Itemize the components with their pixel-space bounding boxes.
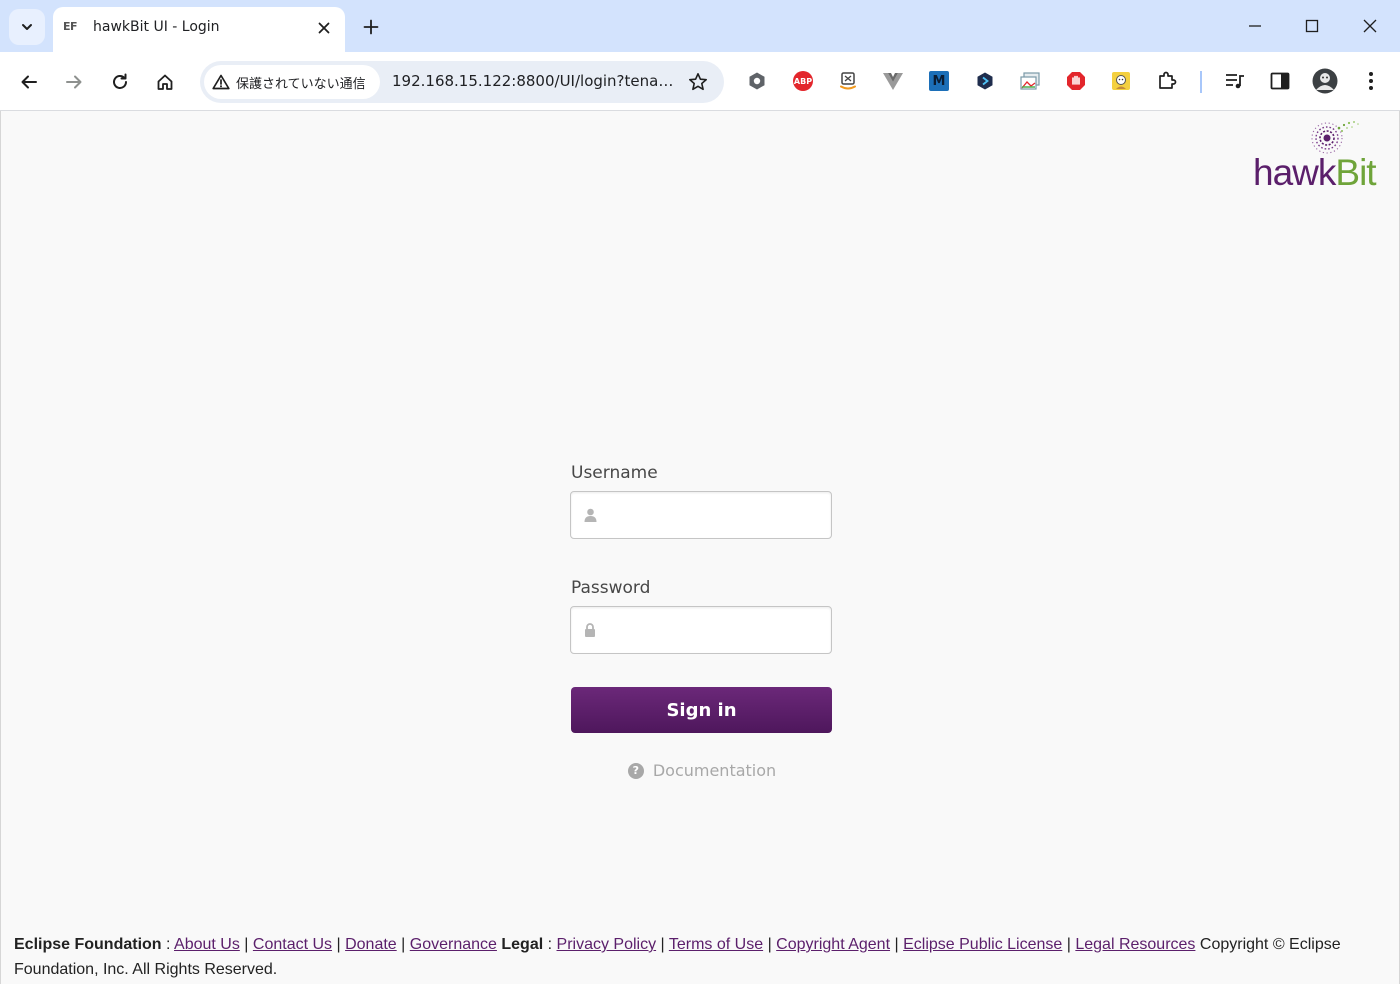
copyright-agent-link[interactable]: Copyright Agent xyxy=(776,936,890,953)
m-extension-icon: M xyxy=(929,71,949,91)
username-input[interactable] xyxy=(570,491,832,539)
terms-of-use-link[interactable]: Terms of Use xyxy=(669,936,763,953)
logo-hawk-text: hawk xyxy=(1253,152,1336,193)
tab-close-button[interactable] xyxy=(313,17,335,39)
vue-devtools-icon xyxy=(883,73,903,90)
browser-toolbar: 保護されていない通信 192.168.15.122:8800/UI/login?… xyxy=(0,52,1400,111)
hawkbit-logo: hawkBit xyxy=(1251,119,1393,193)
new-tab-button[interactable] xyxy=(357,13,385,41)
adblock-plus-icon: ABP xyxy=(793,71,813,91)
tab-search-button[interactable] xyxy=(9,9,45,45)
profile-button[interactable] xyxy=(1312,68,1338,94)
extension-button-1[interactable] xyxy=(744,68,770,94)
extension-button-2[interactable]: ABP xyxy=(790,68,816,94)
privacy-policy-link[interactable]: Privacy Policy xyxy=(557,936,657,953)
browser-tabstrip: EF hawkBit UI - Login xyxy=(0,0,1400,52)
footer-eclipse-foundation-heading: Eclipse Foundation xyxy=(14,936,162,953)
yellow-character-icon xyxy=(1112,72,1130,90)
eclipse-public-license-link[interactable]: Eclipse Public License xyxy=(903,936,1062,953)
star-icon xyxy=(689,73,707,91)
extensions-puzzle-icon xyxy=(1159,71,1177,89)
hawkbit-swirl-icon xyxy=(1311,121,1359,154)
donate-link[interactable]: Donate xyxy=(345,936,397,953)
close-icon xyxy=(318,22,330,34)
contact-us-link[interactable]: Contact Us xyxy=(253,936,332,953)
maximize-window-button[interactable] xyxy=(1295,10,1329,42)
extension-button-8[interactable] xyxy=(1063,68,1089,94)
url-text[interactable]: 192.168.15.122:8800/UI/login?tenant=DEFA… xyxy=(392,72,682,90)
extension-button-9[interactable] xyxy=(1108,68,1134,94)
security-indicator-chip[interactable]: 保護されていない通信 xyxy=(204,65,380,99)
eclipse-foundation-favicon-icon: EF xyxy=(63,20,78,33)
password-field-wrapper xyxy=(570,606,832,654)
extension-button-5[interactable]: M xyxy=(926,68,952,94)
page-footer: Eclipse Foundation : About Us | Contact … xyxy=(14,936,1341,978)
side-panel-icon xyxy=(1270,72,1290,90)
forward-button[interactable] xyxy=(58,66,90,98)
password-input[interactable] xyxy=(570,606,832,654)
governance-link[interactable]: Governance xyxy=(410,936,497,953)
stop-hand-icon xyxy=(1067,72,1085,90)
extension-button-7[interactable] xyxy=(1017,68,1043,94)
legal-resources-link[interactable]: Legal Resources xyxy=(1075,936,1195,953)
arrow-left-icon xyxy=(21,75,37,89)
playlist-music-icon xyxy=(1226,74,1244,89)
password-label: Password xyxy=(571,578,651,598)
about-us-link[interactable]: About Us xyxy=(174,936,240,953)
toolbar-divider xyxy=(1200,71,1202,93)
warning-triangle-icon xyxy=(212,74,230,90)
extensions-menu-button[interactable] xyxy=(1154,68,1180,94)
browser-tab-active[interactable]: EF hawkBit UI - Login xyxy=(53,7,345,52)
lock-icon xyxy=(582,622,598,638)
amazon-assistant-icon xyxy=(840,72,856,90)
logo-wordmark: hawkBit xyxy=(1253,152,1377,193)
security-label: 保護されていない通信 xyxy=(236,76,366,92)
more-vertical-icon xyxy=(1369,72,1373,90)
close-window-button[interactable] xyxy=(1353,10,1387,42)
logo-bit-text: Bit xyxy=(1335,152,1376,193)
maximize-icon xyxy=(1305,19,1319,33)
reload-icon xyxy=(113,73,127,89)
image-extension-icon xyxy=(1020,72,1040,90)
chevron-down-icon xyxy=(22,24,32,30)
extension-button-3[interactable] xyxy=(835,68,861,94)
close-icon xyxy=(1363,19,1377,33)
extension-button-6[interactable] xyxy=(972,68,998,94)
plus-icon xyxy=(363,19,379,35)
browser-menu-button[interactable] xyxy=(1358,68,1384,94)
documentation-link[interactable]: ? Documentation xyxy=(570,761,834,780)
login-form: Username Password Sign in ? Documentatio… xyxy=(570,463,834,780)
user-icon xyxy=(582,507,598,523)
question-circle-icon: ? xyxy=(627,762,644,779)
bookmark-button[interactable] xyxy=(686,70,710,94)
tab-title: hawkBit UI - Login xyxy=(93,19,220,35)
extension-button-4[interactable] xyxy=(880,68,906,94)
documentation-label: Documentation xyxy=(652,761,777,780)
footer-legal-heading: Legal xyxy=(501,936,544,953)
media-controls-button[interactable] xyxy=(1222,68,1248,94)
arrow-right-icon xyxy=(66,75,82,89)
back-button[interactable] xyxy=(13,66,45,98)
address-bar[interactable]: 保護されていない通信 192.168.15.122:8800/UI/login?… xyxy=(200,61,724,103)
minimize-window-button[interactable] xyxy=(1238,10,1272,42)
minimize-icon xyxy=(1249,25,1261,27)
reload-button[interactable] xyxy=(104,66,136,98)
login-page: hawkBit Username Password Sign in ? Docu… xyxy=(0,111,1400,984)
side-panel-button[interactable] xyxy=(1267,68,1293,94)
username-field-wrapper xyxy=(570,491,832,539)
home-icon xyxy=(157,74,173,90)
username-label: Username xyxy=(571,463,658,483)
hexagon-extension-icon xyxy=(749,72,765,90)
sign-in-button[interactable]: Sign in xyxy=(571,687,832,733)
avatar xyxy=(1312,68,1338,94)
home-button[interactable] xyxy=(149,66,181,98)
dark-hexagon-extension-icon xyxy=(977,72,993,90)
